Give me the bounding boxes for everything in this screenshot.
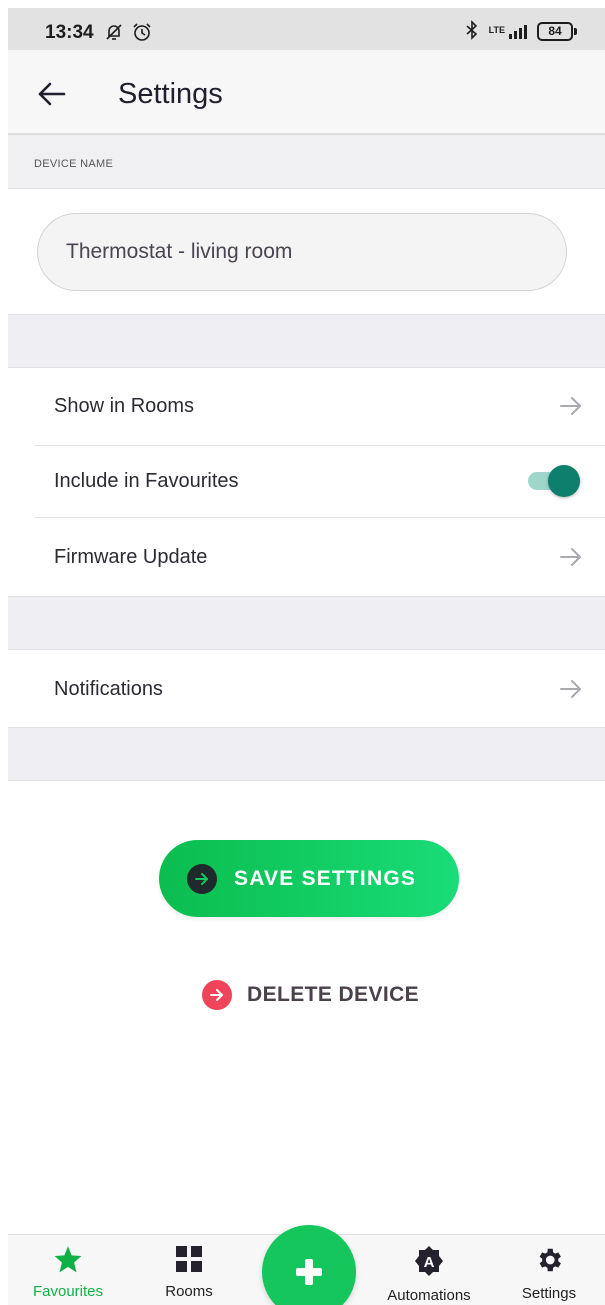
- device-name-label: DEVICE NAME: [34, 158, 114, 170]
- automation-icon: A: [415, 1246, 443, 1276]
- device-name-section-header: DEVICE NAME: [8, 135, 605, 189]
- section-spacer: [8, 314, 605, 368]
- show-in-rooms-label: Show in Rooms: [54, 395, 195, 417]
- status-bar: 13:34 LTE 84: [8, 8, 605, 50]
- status-right: LTE 84: [465, 20, 577, 43]
- network-type: LTE: [488, 24, 505, 35]
- delete-device-label: DELETE DEVICE: [247, 983, 420, 1006]
- arrow-right-icon: [559, 395, 583, 422]
- notifications-row[interactable]: Notifications: [8, 650, 605, 727]
- plus-icon: [296, 1259, 322, 1285]
- arrow-right-icon: [559, 678, 583, 705]
- nav-automations[interactable]: A Automations: [374, 1245, 484, 1304]
- save-settings-button[interactable]: SAVE SETTINGS: [159, 840, 459, 917]
- include-in-favourites-label: Include in Favourites: [54, 470, 239, 492]
- firmware-update-row[interactable]: Firmware Update: [8, 518, 605, 596]
- delete-device-button[interactable]: DELETE DEVICE: [202, 980, 419, 1010]
- nav-rooms[interactable]: Rooms: [134, 1245, 244, 1300]
- alarm-icon: [132, 22, 152, 47]
- gear-icon: [539, 1248, 561, 1272]
- toggle-knob: [548, 465, 580, 497]
- favourites-toggle[interactable]: [528, 465, 580, 497]
- grid-icon: [176, 1246, 202, 1272]
- page-title: Settings: [118, 78, 223, 110]
- arrow-right-icon: [187, 863, 217, 894]
- nav-favourites[interactable]: Favourites: [13, 1245, 123, 1300]
- nav-rooms-label: Rooms: [165, 1283, 213, 1300]
- arrow-right-icon: [559, 546, 583, 573]
- signal-icon: LTE: [488, 24, 527, 39]
- nav-settings[interactable]: Settings: [494, 1245, 604, 1302]
- nav-settings-label: Settings: [521, 1285, 577, 1302]
- notifications-label: Notifications: [54, 678, 163, 700]
- app-header: Settings: [8, 50, 605, 135]
- section-spacer: [8, 727, 605, 781]
- arrow-left-icon: [38, 82, 66, 106]
- star-icon: [54, 1246, 82, 1273]
- show-in-rooms-row[interactable]: Show in Rooms: [8, 368, 605, 446]
- nav-favourites-label: Favourites: [32, 1283, 104, 1300]
- section-spacer: [8, 596, 605, 650]
- firmware-update-label: Firmware Update: [54, 546, 208, 568]
- nav-automations-label: Automations: [387, 1287, 471, 1304]
- device-name-input[interactable]: [37, 213, 567, 291]
- arrow-right-icon: [202, 980, 232, 1010]
- svg-text:A: A: [424, 1254, 435, 1271]
- back-button[interactable]: [32, 74, 72, 114]
- device-name-container: [8, 189, 605, 314]
- battery-icon: 84: [537, 22, 577, 41]
- bluetooth-icon: [465, 20, 479, 43]
- status-time: 13:34: [45, 22, 94, 43]
- save-settings-label: SAVE SETTINGS: [234, 866, 417, 890]
- include-in-favourites-row: Include in Favourites: [8, 446, 605, 518]
- app-screen: 13:34 LTE 84 Settings DEVICE NAME Thermo…: [8, 8, 605, 1305]
- bell-off-icon: [104, 22, 124, 47]
- battery-level: 84: [537, 22, 573, 41]
